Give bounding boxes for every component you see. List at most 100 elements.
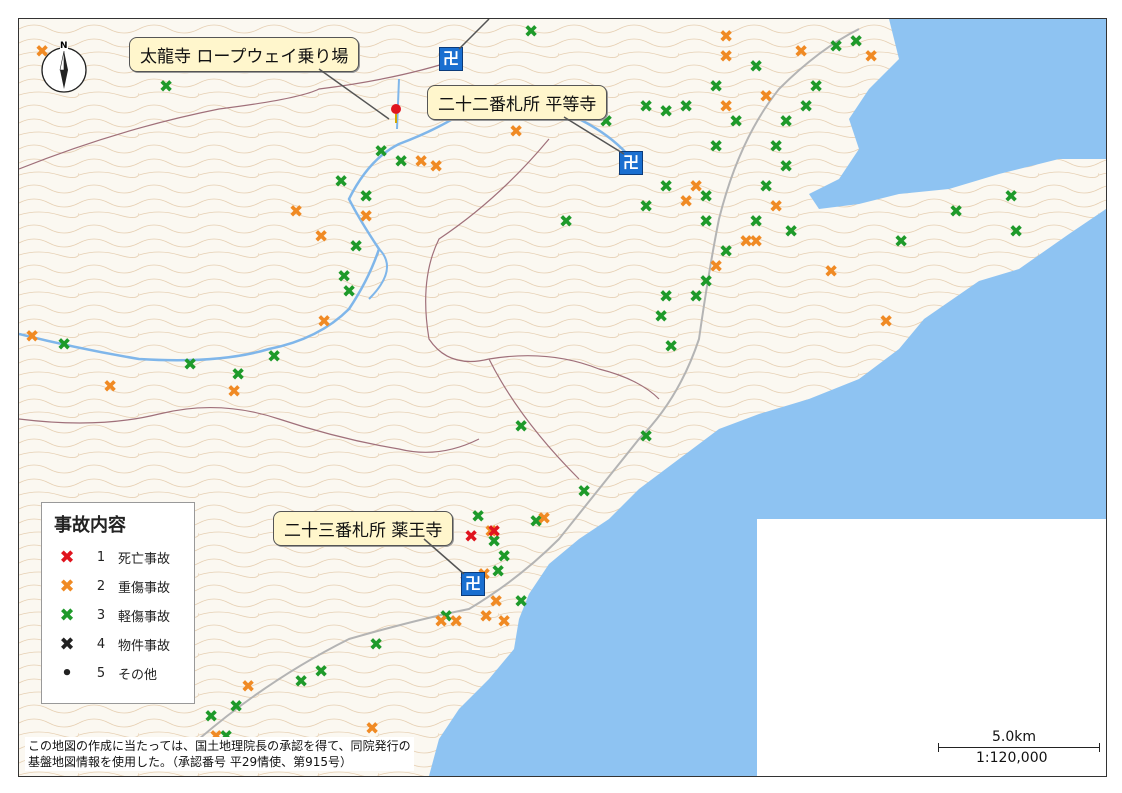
accident-marker-icon[interactable]: ✖: [359, 209, 373, 226]
accident-marker-icon[interactable]: ✖: [294, 674, 308, 691]
accident-marker-icon[interactable]: ✖: [679, 99, 693, 116]
accident-marker-icon[interactable]: ✖: [491, 564, 505, 581]
accident-marker-icon[interactable]: ✖: [365, 721, 379, 738]
accident-marker-icon[interactable]: ✖: [509, 124, 523, 141]
legend-label: 物件事故: [118, 638, 171, 654]
accident-marker-icon[interactable]: ✖: [241, 679, 255, 696]
accident-marker-icon[interactable]: ✖: [779, 159, 793, 176]
accident-marker-icon[interactable]: ✖: [229, 699, 243, 716]
callout-byodoji[interactable]: 二十二番札所 平等寺: [427, 85, 608, 120]
accident-marker-icon[interactable]: ✖: [769, 139, 783, 156]
temple-icon[interactable]: 卍: [461, 572, 485, 596]
temple-icon[interactable]: 卍: [619, 151, 643, 175]
accident-marker-icon[interactable]: ✖: [464, 529, 478, 546]
accident-marker-icon[interactable]: ✖: [342, 284, 356, 301]
map-canvas[interactable]: N ✖ ✖ ✖ ✖ ✖ ✖ ✖ ✖ ✖ ✖ ✖ ✖ ✖ ✖ ✖ ✖ ✖ ✖ ✖ ✖ ✖ ✖ ✖ ✖ ✖ ✖ ✖ ✖ ✖ ✖ ✖ ✖ ✖ ✖ ✖ ✖ ✖ ✖…: [18, 18, 1107, 777]
accident-marker-icon[interactable]: ✖: [25, 329, 39, 346]
accident-marker-icon[interactable]: ✖: [35, 44, 49, 61]
legend-label: 重傷事故: [118, 580, 171, 596]
accident-marker-icon[interactable]: ✖: [709, 79, 723, 96]
accident-marker-icon[interactable]: ✖: [749, 59, 763, 76]
accident-marker-icon[interactable]: ✖: [794, 44, 808, 61]
accident-marker-icon[interactable]: ✖: [57, 337, 71, 354]
accident-marker-icon[interactable]: ✖: [537, 511, 551, 528]
legend-item: ✖ 3 軽傷事故: [56, 604, 171, 626]
accident-marker-icon[interactable]: ✖: [949, 204, 963, 221]
accident-marker-icon[interactable]: ✖: [414, 154, 428, 171]
accident-marker-icon[interactable]: ✖: [639, 99, 653, 116]
accident-marker-icon[interactable]: ✖: [289, 204, 303, 221]
accident-marker-icon[interactable]: ✖: [659, 104, 673, 121]
accident-marker-icon[interactable]: ✖: [429, 159, 443, 176]
accident-marker-icon[interactable]: ✖: [449, 614, 463, 631]
accident-marker-icon[interactable]: ✖: [664, 339, 678, 356]
accident-marker-icon[interactable]: ✖: [514, 594, 528, 611]
accident-marker-icon[interactable]: ✖: [394, 154, 408, 171]
accident-marker-icon[interactable]: ✖: [639, 429, 653, 446]
accident-marker-icon[interactable]: ✖: [784, 224, 798, 241]
accident-marker-icon[interactable]: ✖: [349, 239, 363, 256]
legend-label: 軽傷事故: [118, 609, 171, 625]
accident-marker-icon[interactable]: ✖: [769, 199, 783, 216]
accident-marker-icon[interactable]: ✖: [359, 189, 373, 206]
accident-marker-icon[interactable]: ✖: [369, 637, 383, 654]
accident-marker-icon[interactable]: ✖: [659, 289, 673, 306]
accident-marker-icon[interactable]: ✖: [103, 379, 117, 396]
accident-marker-icon[interactable]: ✖: [314, 229, 328, 246]
accident-marker-icon[interactable]: ✖: [679, 194, 693, 211]
accident-marker-icon[interactable]: ✖: [479, 609, 493, 626]
accident-mark-icon: ✖: [59, 604, 75, 626]
accident-marker-icon[interactable]: ✖: [749, 214, 763, 231]
accident-marker-icon[interactable]: ✖: [829, 39, 843, 56]
legend-num: 3: [96, 607, 106, 623]
accident-marker-icon[interactable]: ✖: [759, 179, 773, 196]
accident-marker-icon[interactable]: ✖: [314, 664, 328, 681]
accident-marker-icon[interactable]: ✖: [159, 79, 173, 96]
legend: 事故内容 ✖ 1 死亡事故 ✖ 2 重傷事故 ✖ 3 軽傷事故 ✖ 4 物件事故 • 5 その他: [41, 502, 195, 704]
accident-marker-icon[interactable]: ✖: [227, 384, 241, 401]
accident-marker-icon[interactable]: ✖: [654, 309, 668, 326]
callout-tairyuji[interactable]: 太龍寺 ロープウェイ乗り場: [129, 37, 360, 72]
accident-marker-icon[interactable]: ✖: [894, 234, 908, 251]
accident-marker-icon[interactable]: ✖: [1009, 224, 1023, 241]
accident-marker-icon[interactable]: ✖: [849, 34, 863, 51]
accident-marker-icon[interactable]: ✖: [809, 79, 823, 96]
accident-marker-icon[interactable]: ✖: [799, 99, 813, 116]
accident-marker-icon[interactable]: ✖: [749, 234, 763, 251]
accident-marker-icon[interactable]: ✖: [699, 189, 713, 206]
accident-marker-icon[interactable]: ✖: [689, 289, 703, 306]
accident-marker-icon[interactable]: ✖: [183, 357, 197, 374]
accident-marker-icon[interactable]: ✖: [559, 214, 573, 231]
accident-marker-icon[interactable]: ✖: [729, 114, 743, 131]
accident-marker-icon[interactable]: ✖: [374, 144, 388, 161]
accident-marker-icon[interactable]: ✖: [524, 24, 538, 41]
accident-marker-icon[interactable]: ✖: [699, 214, 713, 231]
accident-marker-icon[interactable]: ✖: [864, 49, 878, 66]
legend-num: 1: [96, 549, 106, 565]
accident-marker-icon[interactable]: ✖: [434, 614, 448, 631]
accident-marker-icon[interactable]: ✖: [824, 264, 838, 281]
accident-marker-icon[interactable]: ✖: [659, 179, 673, 196]
temple-icon[interactable]: 卍: [439, 47, 463, 71]
accident-mark-icon: ✖: [59, 575, 75, 597]
accident-marker-icon[interactable]: ✖: [1004, 189, 1018, 206]
accident-marker-icon[interactable]: ✖: [779, 114, 793, 131]
accident-marker-icon[interactable]: ✖: [514, 419, 528, 436]
accident-marker-icon[interactable]: ✖: [719, 49, 733, 66]
accident-marker-icon[interactable]: ✖: [204, 709, 218, 726]
accident-marker-icon[interactable]: ✖: [267, 349, 281, 366]
accident-marker-icon[interactable]: ✖: [317, 314, 331, 331]
accident-marker-icon[interactable]: ✖: [709, 139, 723, 156]
accident-marker-icon[interactable]: ✖: [334, 174, 348, 191]
accident-marker-icon[interactable]: ✖: [639, 199, 653, 216]
accident-marker-icon[interactable]: ✖: [719, 29, 733, 46]
accident-marker-icon[interactable]: ✖: [487, 524, 501, 541]
legend-item: ✖ 1 死亡事故: [56, 547, 171, 568]
accident-marker-icon[interactable]: ✖: [577, 484, 591, 501]
legend-title: 事故内容: [54, 515, 126, 536]
accident-marker-icon[interactable]: ✖: [879, 314, 893, 331]
callout-yakuoji[interactable]: 二十三番札所 薬王寺: [273, 511, 454, 546]
accident-marker-icon[interactable]: ✖: [497, 614, 511, 631]
accident-marker-icon[interactable]: ✖: [759, 89, 773, 106]
legend-label: 死亡事故: [118, 551, 171, 567]
